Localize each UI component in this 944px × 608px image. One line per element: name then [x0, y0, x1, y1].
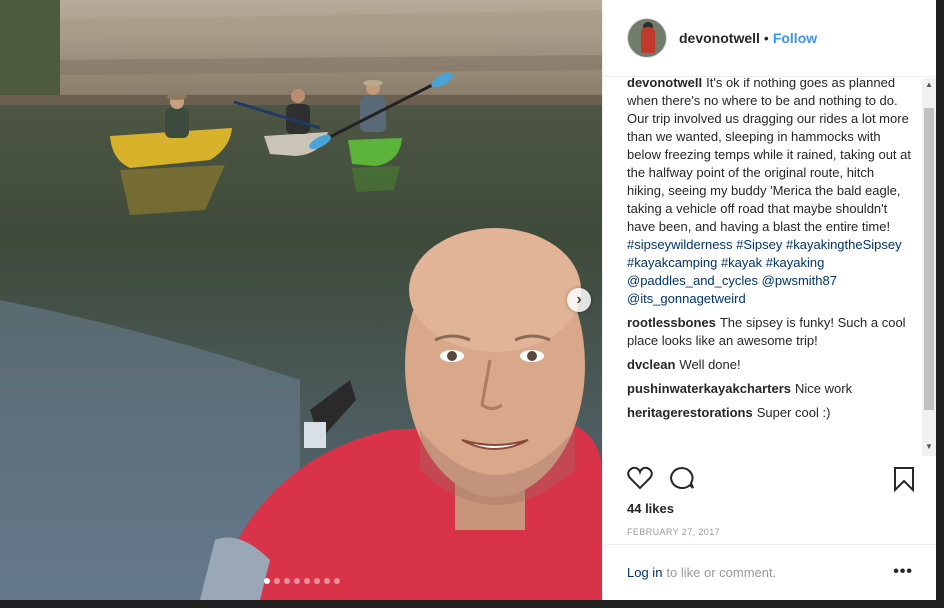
chevron-right-icon: ›: [576, 291, 582, 308]
scrollbar-thumb[interactable]: [924, 108, 934, 410]
avatar[interactable]: [627, 18, 667, 58]
backdrop-bottom: [0, 600, 944, 608]
bookmark-icon[interactable]: [893, 466, 915, 492]
caption: devonotwell It's ok if nothing goes as pl…: [627, 78, 921, 308]
slide-indicator: [264, 578, 340, 584]
more-options-icon[interactable]: •••: [893, 563, 913, 581]
likes-count[interactable]: 44 likes: [627, 501, 674, 516]
slide-dot[interactable]: [274, 578, 280, 584]
caption-tag[interactable]: #kayaking: [766, 255, 825, 270]
comment-text: Super cool :): [756, 405, 831, 420]
slide-dot[interactable]: [334, 578, 340, 584]
caption-tag[interactable]: #kayakcamping: [627, 255, 717, 270]
post-date[interactable]: FEBRUARY 27, 2017: [627, 527, 720, 537]
caption-tag[interactable]: #Sipsey: [736, 237, 782, 252]
post-header: devonotwell • Follow: [603, 0, 937, 77]
caption-tag[interactable]: #kayak: [721, 255, 762, 270]
slide-dot[interactable]: [284, 578, 290, 584]
backdrop-right: [936, 0, 944, 608]
post-username[interactable]: devonotwell: [679, 30, 760, 46]
scroll-down-arrow-icon[interactable]: ▼: [925, 442, 933, 451]
follow-button[interactable]: Follow: [773, 30, 817, 46]
login-prompt: to like or comment.: [666, 565, 777, 580]
caption-text: It's ok if nothing goes as planned when …: [627, 78, 911, 234]
caption-tag[interactable]: #kayakingtheSipsey: [786, 237, 902, 252]
slide-dot[interactable]: [324, 578, 330, 584]
comments-list[interactable]: devonotwell It's ok if nothing goes as pl…: [603, 78, 937, 456]
scroll-up-arrow-icon[interactable]: ▲: [925, 80, 933, 89]
caption-username[interactable]: devonotwell: [627, 78, 702, 90]
post-side-panel: devonotwell • Follow devonotwell It's ok …: [602, 0, 937, 600]
comment-username[interactable]: dvclean: [627, 357, 675, 372]
comment-item: heritagerestorations Super cool :): [627, 404, 921, 422]
header-separator: •: [763, 30, 769, 46]
comment-username[interactable]: heritagerestorations: [627, 405, 753, 420]
slide-dot[interactable]: [304, 578, 310, 584]
comment-item: pushinwaterkayakcharters Nice work: [627, 380, 921, 398]
slide-dot[interactable]: [294, 578, 300, 584]
next-slide-button[interactable]: ›: [567, 288, 591, 312]
caption-tag[interactable]: @pwsmith87: [762, 273, 837, 288]
caption-tag[interactable]: @paddles_and_cycles: [627, 273, 758, 288]
instagram-post-modal: › devonotwell • Follow devonotwell It's o…: [0, 0, 944, 608]
comment-username[interactable]: rootlessbones: [627, 315, 716, 330]
caption-tag[interactable]: @its_gonnagetweird: [627, 291, 746, 306]
login-link[interactable]: Log in: [627, 565, 662, 580]
login-footer: Log in to like or comment. •••: [603, 544, 937, 600]
post-actions: [627, 466, 695, 490]
post-photo[interactable]: ›: [0, 0, 602, 600]
comment-item: rootlessbones The sipsey is funky! Such a…: [627, 314, 921, 350]
comment-icon[interactable]: [669, 466, 695, 490]
kayak-selfie-image: [0, 0, 602, 600]
caption-tag[interactable]: #sipseywilderness: [627, 237, 733, 252]
caption-tags: #sipseywilderness #Sipsey #kayakingtheSi…: [627, 237, 902, 306]
comment-username[interactable]: pushinwaterkayakcharters: [627, 381, 791, 396]
slide-dot[interactable]: [314, 578, 320, 584]
heart-icon[interactable]: [627, 466, 653, 490]
comment-text: Nice work: [795, 381, 853, 396]
comment-item: dvclean Well done!: [627, 356, 921, 374]
comment-text: Well done!: [679, 357, 741, 372]
slide-dot[interactable]: [264, 578, 270, 584]
